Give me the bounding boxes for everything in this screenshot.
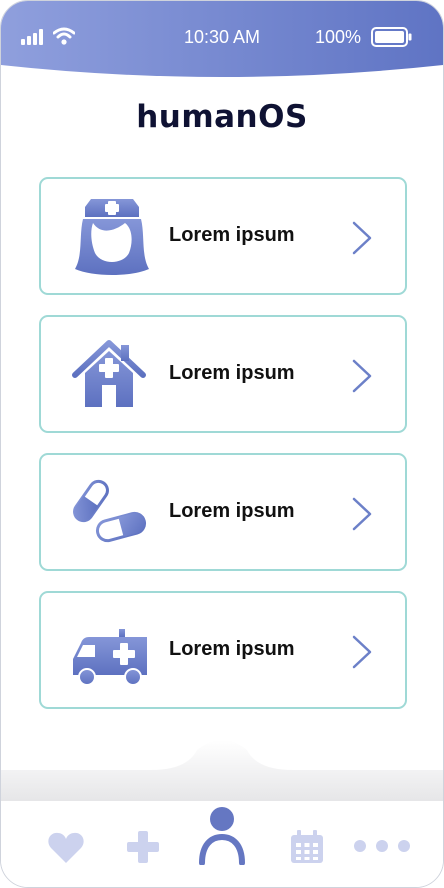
app-title: humanOS [136, 99, 308, 135]
menu-card-ambulance[interactable]: Lorem ipsum [39, 591, 407, 709]
pills-icon [73, 479, 147, 543]
heart-icon[interactable] [47, 831, 85, 865]
phone-frame: 10:30 AM 100% humanOS Lorem ipsum Lorem … [0, 0, 444, 888]
chevron-right-icon [352, 221, 372, 255]
tab-bar [1, 801, 443, 887]
hospital-icon [72, 340, 146, 407]
menu-card-nurse[interactable]: Lorem ipsum [39, 177, 407, 295]
calendar-icon[interactable] [289, 829, 325, 865]
battery-percentage: 100% [315, 27, 362, 47]
menu-card-hospital[interactable]: Lorem ipsum [39, 315, 407, 433]
ambulance-icon [73, 629, 147, 686]
chevron-right-icon [352, 359, 372, 393]
status-bar: 10:30 AM 100% [1, 1, 443, 93]
menu-card-label: Lorem ipsum [169, 638, 295, 660]
menu-card-label: Lorem ipsum [169, 362, 295, 384]
menu-card-label: Lorem ipsum [169, 224, 295, 246]
tab-bar-shadow [1, 740, 443, 806]
more-icon[interactable] [353, 839, 411, 853]
chevron-right-icon [352, 497, 372, 531]
menu-card-pills[interactable]: Lorem ipsum [39, 453, 407, 571]
battery-icon [371, 27, 412, 47]
profile-icon[interactable] [197, 805, 247, 865]
chevron-right-icon [352, 635, 372, 669]
menu-card-label: Lorem ipsum [169, 500, 295, 522]
nurse-icon [75, 199, 149, 275]
plus-icon[interactable] [125, 829, 161, 865]
